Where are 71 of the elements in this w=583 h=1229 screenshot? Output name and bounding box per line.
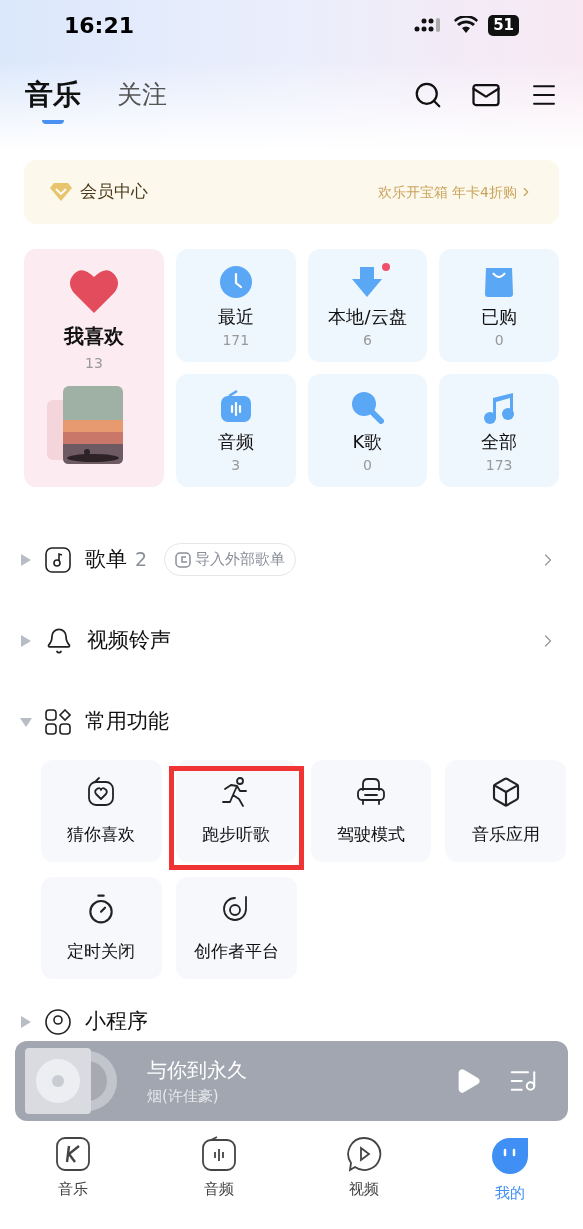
expand-triangle-icon[interactable] bbox=[20, 1015, 32, 1028]
wifi-icon bbox=[454, 16, 479, 34]
feature-tile[interactable]: 跑步听歌 bbox=[175, 760, 297, 862]
feature-tile[interactable]: 创作者平台 bbox=[175, 877, 297, 979]
shortcut-label: K歌 bbox=[352, 430, 383, 454]
import-icon bbox=[175, 551, 192, 568]
shortcut-count: 0 bbox=[363, 456, 372, 475]
playlist-icon bbox=[45, 546, 71, 573]
shortcut-label: 已购 bbox=[481, 305, 518, 329]
apps-grid-icon bbox=[45, 708, 71, 735]
vip-title: 会员中心 bbox=[80, 180, 148, 204]
favorite-count: 13 bbox=[85, 354, 103, 373]
favorite-label: 我喜欢 bbox=[64, 323, 124, 350]
k-letter-icon bbox=[54, 1136, 91, 1172]
feature-tile[interactable]: 驾驶模式 bbox=[310, 760, 432, 862]
shortcut-count: 3 bbox=[231, 456, 241, 475]
song-artist: 烟(许佳豪) bbox=[147, 1085, 220, 1107]
bell-icon bbox=[45, 626, 73, 655]
clock-icon bbox=[218, 265, 253, 299]
feature-label: 猜你喜欢 bbox=[67, 823, 136, 846]
top-tab[interactable]: 关注 bbox=[117, 68, 167, 122]
shortcut-card[interactable]: 本地/云盘 6 bbox=[307, 249, 428, 362]
heart-icon bbox=[69, 269, 119, 313]
vip-banner[interactable]: 会员中心 欢乐开宝箱 年卡4折购 bbox=[24, 160, 559, 224]
shortcut-card[interactable]: 音频 3 bbox=[176, 374, 296, 487]
shortcut-card[interactable]: 已购 0 bbox=[439, 249, 559, 362]
feature-tile[interactable]: 定时关闭 bbox=[41, 877, 162, 979]
feature-label: 定时关闭 bbox=[67, 940, 136, 963]
song-title: 与你到永久 bbox=[147, 1056, 247, 1084]
shortcut-card[interactable]: 最近 171 bbox=[176, 249, 296, 362]
mini-program-icon bbox=[45, 1008, 71, 1035]
shortcut-count: 171 bbox=[222, 331, 250, 350]
download-arrow-icon bbox=[350, 265, 385, 299]
diamond-icon bbox=[50, 183, 72, 201]
expand-triangle-icon[interactable] bbox=[20, 634, 32, 647]
shortcut-label: 音频 bbox=[217, 430, 254, 454]
shortcut-count: 173 bbox=[485, 456, 513, 475]
nav-tab[interactable]: 音频 bbox=[145, 1136, 292, 1205]
shortcut-card[interactable]: K歌 0 bbox=[307, 374, 428, 487]
section-title[interactable]: 常用功能 bbox=[85, 705, 169, 738]
section-title[interactable]: 小程序 bbox=[85, 1005, 148, 1038]
radio-icon bbox=[200, 1136, 237, 1172]
shortcut-card[interactable]: 全部 173 bbox=[439, 374, 559, 487]
feature-label: 驾驶模式 bbox=[336, 823, 405, 846]
status-time: 16:21 bbox=[64, 11, 135, 40]
vip-promo: 欢乐开宝箱 年卡4折购 bbox=[377, 182, 517, 202]
car-seat-icon bbox=[354, 776, 387, 808]
section-title[interactable]: 歌单 bbox=[85, 543, 127, 576]
shortcut-label: 本地/云盘 bbox=[328, 305, 407, 329]
feature-label: 跑步听歌 bbox=[202, 823, 271, 846]
feature-tile[interactable]: 猜你喜欢 bbox=[41, 760, 162, 862]
play-bubble-icon bbox=[346, 1136, 383, 1172]
shortcut-label: 最近 bbox=[217, 305, 254, 329]
nav-tab[interactable]: 视频 bbox=[291, 1136, 438, 1205]
expand-triangle-icon[interactable] bbox=[20, 553, 32, 566]
smiling-bubble-icon bbox=[490, 1136, 531, 1176]
shortcut-count: 0 bbox=[494, 331, 504, 350]
music-note-icon bbox=[482, 390, 517, 424]
collapse-triangle-icon[interactable] bbox=[20, 715, 32, 728]
shortcut-label: 全部 bbox=[481, 430, 518, 454]
feature-tile[interactable]: 音乐应用 bbox=[445, 760, 566, 862]
search-icon[interactable] bbox=[413, 80, 443, 110]
nav-tab[interactable]: 音乐 bbox=[0, 1136, 146, 1205]
shortcut-count: 6 bbox=[363, 331, 372, 350]
feature-label: 音乐应用 bbox=[471, 823, 540, 846]
feature-label: 创作者平台 bbox=[193, 940, 279, 963]
top-tab[interactable]: 音乐 bbox=[25, 66, 81, 124]
radio-icon bbox=[218, 390, 253, 424]
favorite-card[interactable]: 我喜欢 13 bbox=[24, 249, 164, 487]
section-title[interactable]: 视频铃声 bbox=[87, 624, 171, 657]
section-count: 2 bbox=[135, 547, 148, 573]
